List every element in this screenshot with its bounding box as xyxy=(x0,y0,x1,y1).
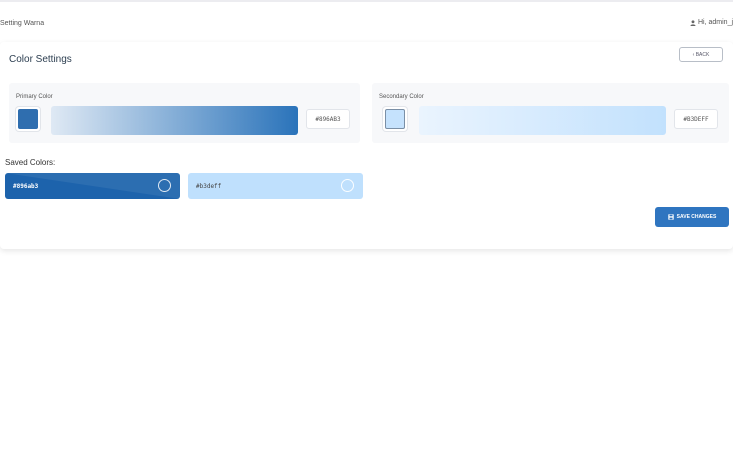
user-greeting: Hi, admin_j xyxy=(697,19,733,26)
app-title: Setting Warna xyxy=(0,20,45,27)
saved-color-item[interactable]: #896ab3 xyxy=(5,173,180,199)
saved-colors-label: Saved Colors: xyxy=(5,158,56,167)
primary-color-picker[interactable] xyxy=(16,107,40,131)
page-title: Color Settings xyxy=(9,54,72,65)
primary-color-panel: Primary Color #896AB3 xyxy=(9,83,360,143)
secondary-hex-value: #B3DEFF xyxy=(683,115,709,123)
saved-color-item[interactable]: #b3deff xyxy=(188,173,363,199)
secondary-color-picker[interactable] xyxy=(383,107,407,131)
primary-color-label: Primary Color xyxy=(16,94,53,100)
back-button[interactable]: ‹ BACK xyxy=(679,47,723,62)
primary-hex-value: #896AB3 xyxy=(315,115,341,123)
secondary-color-label: Secondary Color xyxy=(379,94,424,100)
save-changes-button[interactable]: SAVE CHANGES xyxy=(655,207,729,227)
save-icon xyxy=(667,214,674,220)
save-changes-label: SAVE CHANGES xyxy=(676,214,717,220)
color-settings-card: Color Settings ‹ BACK Primary Color #896… xyxy=(0,42,733,249)
back-label: ‹ BACK xyxy=(692,51,710,58)
primary-hex-field[interactable]: #896AB3 xyxy=(306,109,350,129)
primary-gradient-slider[interactable] xyxy=(51,106,298,135)
secondary-swatch xyxy=(385,109,405,129)
top-bar: Setting Warna Hi, admin_j xyxy=(0,2,733,40)
secondary-color-panel: Secondary Color #B3DEFF xyxy=(372,83,729,143)
secondary-gradient-slider[interactable] xyxy=(419,106,666,135)
secondary-hex-field[interactable]: #B3DEFF xyxy=(674,109,718,129)
primary-swatch xyxy=(18,109,38,129)
select-circle-icon[interactable] xyxy=(158,179,171,192)
select-circle-icon[interactable] xyxy=(341,179,354,192)
saved-color-hex: #896ab3 xyxy=(13,182,39,190)
user-menu[interactable]: Hi, admin_j xyxy=(690,19,733,26)
user-icon xyxy=(690,19,696,26)
saved-color-hex: #b3deff xyxy=(196,182,222,190)
